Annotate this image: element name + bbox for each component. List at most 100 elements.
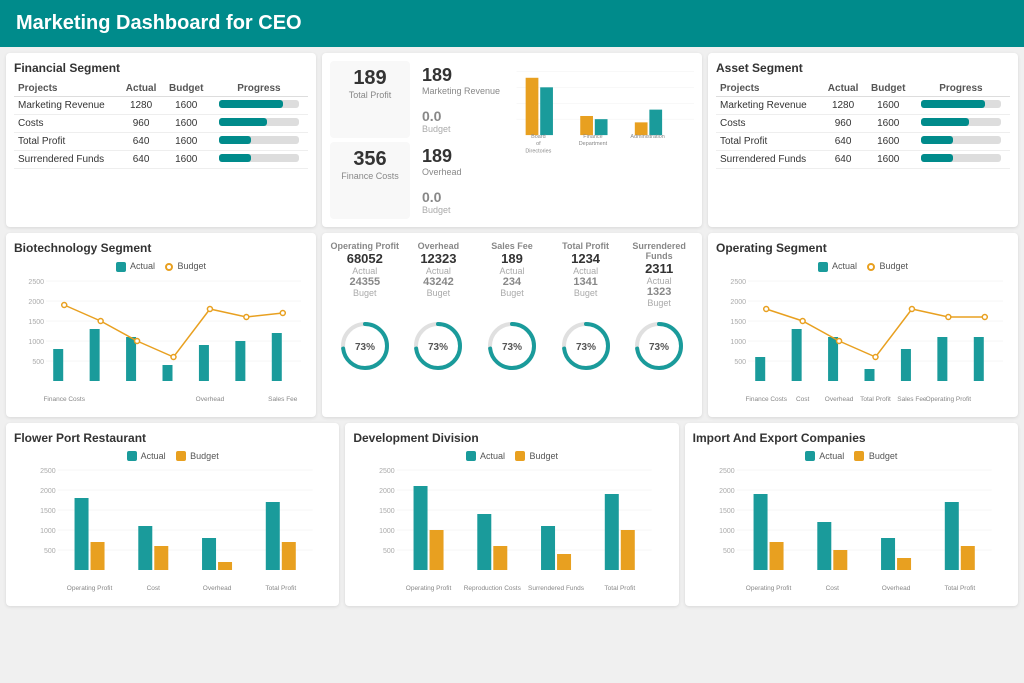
actual-value: 640 [822,133,865,151]
bar-budget [282,542,296,570]
svg-text:Cost: Cost [796,396,810,403]
bar-actual [755,357,765,381]
bar-actual [605,494,619,570]
metric-actual-val: 189 [477,251,547,266]
project-name: Costs [14,115,120,133]
metrics-row: Operating Profit 68052 Actual 24355 Buge… [330,241,694,308]
budget-dot [982,314,987,319]
svg-text:500: 500 [32,359,44,366]
budget-dot [946,314,951,319]
bar-budget [833,550,847,570]
progress-bar-bg [219,154,299,162]
actual-value: 640 [822,151,865,169]
table-row: Total Profit 640 1600 [14,133,308,151]
svg-text:Total Profit: Total Profit [605,585,636,592]
bar-actual [138,526,152,570]
bar-actual [202,538,216,570]
circle-svg: 73% [484,318,540,374]
budget-dot [207,306,212,311]
svg-text:73%: 73% [355,342,375,353]
circle-progress: 73% [484,318,540,374]
kpi-overhead: 189 Overhead [418,142,504,181]
table-row: Marketing Revenue 1280 1600 [14,97,308,115]
svg-text:Overhead: Overhead [881,585,910,592]
bar-teal [649,110,662,135]
progress-bar-fill [921,100,985,108]
svg-text:1000: 1000 [730,339,746,346]
svg-text:1500: 1500 [28,319,44,326]
budget-dot [171,354,176,359]
kpi-total-profit: 189 Total Profit [330,61,410,138]
bar-actual [828,337,838,381]
svg-text:Cost: Cost [825,585,839,592]
project-name: Surrendered Funds [14,151,120,169]
bar-actual [126,337,136,381]
svg-text:Total Profit: Total Profit [860,396,891,403]
kpi-ov-val: 189 [422,146,500,167]
bar-actual [266,502,280,570]
svg-text:Board: Board [531,134,546,140]
metric-actual-lbl: Actual [477,266,547,276]
svg-text:Operating Profit: Operating Profit [67,585,113,592]
budget-value: 1600 [163,133,210,151]
circle-progress: 73% [410,318,466,374]
table-row: Costs 960 1600 [14,115,308,133]
circle-svg: 73% [410,318,466,374]
svg-text:73%: 73% [502,342,522,353]
svg-text:1500: 1500 [730,319,746,326]
bar-actual [944,502,958,570]
top-bar-chart: BoardofDirectoriesFinanceDepartmentAdmin… [512,61,694,219]
bar-actual [974,337,984,381]
kpi-budget1: 0.0 Budget [418,104,504,138]
project-name: Marketing Revenue [14,97,120,115]
progress-cell [912,133,1010,151]
svg-text:1500: 1500 [40,508,56,515]
metric-col: Total Profit 1234 Actual 1341 Buget [551,241,621,308]
progress-bar-bg [921,100,1001,108]
budget-value: 1600 [163,115,210,133]
progress-bar-fill [219,118,267,126]
svg-text:2000: 2000 [730,299,746,306]
metric-actual-lbl: Actual [551,266,621,276]
progress-cell [912,97,1010,115]
budget-dot [280,310,285,315]
kpi-b2-val: 0.0 [422,189,500,205]
metric-budget-val: 1323 [624,286,694,298]
project-name: Total Profit [14,133,120,151]
svg-text:Cost: Cost [147,585,161,592]
svg-text:2000: 2000 [719,488,735,495]
project-name: Total Profit [716,133,822,151]
budget-dot [837,338,842,343]
svg-text:Operating Profit: Operating Profit [926,396,972,403]
budget-value: 1600 [865,115,912,133]
op-actual-legend: Actual [818,261,857,272]
metric-col: Surrendered Funds 2311 Actual 1323 Buget [624,241,694,308]
progress-bar-fill [921,154,953,162]
svg-text:Sales Fee: Sales Fee [268,396,298,403]
bar-actual [163,365,173,381]
kpi-finance-costs: 356 Finance Costs [330,142,410,219]
metric-label: Surrendered Funds [624,241,694,261]
metric-actual-val: 68052 [330,251,400,266]
progress-bar-bg [219,118,299,126]
svg-text:2500: 2500 [40,468,56,475]
bar-actual [792,329,802,381]
project-name: Marketing Revenue [716,97,822,115]
bar-budget [494,546,508,570]
asset-segment-card: Asset Segment Projects Actual Budget Pro… [708,53,1018,227]
metric-label: Sales Fee [477,241,547,251]
financial-segment-title: Financial Segment [14,61,308,75]
metric-budget-val: 1341 [551,276,621,288]
budget-value: 1600 [865,133,912,151]
metric-col: Sales Fee 189 Actual 234 Buget [477,241,547,308]
metric-actual-val: 2311 [624,261,694,276]
table-row: Marketing Revenue 1280 1600 [716,97,1010,115]
bar-budget [897,558,911,570]
actual-value: 640 [120,151,163,169]
flower-port-title: Flower Port Restaurant [14,431,331,445]
metric-actual-lbl: Actual [330,266,400,276]
kpi-b1-lbl: Budget [422,124,500,134]
header: Marketing Dashboard for CEO [0,0,1024,47]
progress-bar-bg [219,100,299,108]
bar-actual [478,514,492,570]
